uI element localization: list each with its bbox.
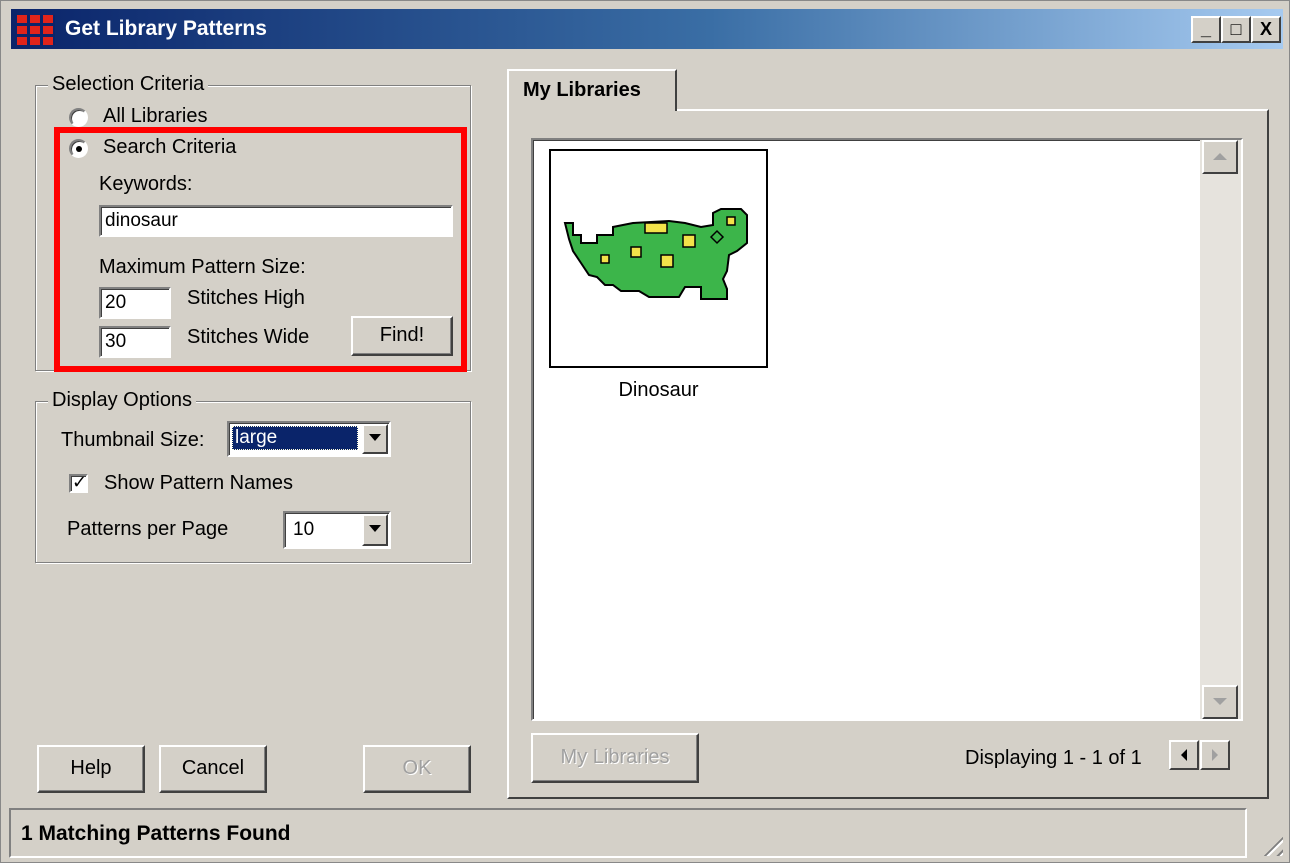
chevron-down-icon	[369, 434, 381, 441]
scroll-up-button[interactable]	[1202, 140, 1238, 174]
minimize-button[interactable]: _	[1191, 16, 1221, 43]
thumbnail-size-label: Thumbnail Size:	[61, 429, 205, 451]
thumbnail-size-value: large	[232, 426, 358, 450]
chevron-left-icon	[1181, 749, 1187, 761]
vertical-scrollbar[interactable]	[1200, 140, 1241, 719]
pattern-thumbnail[interactable]	[549, 149, 768, 368]
minimize-icon: _	[1200, 19, 1211, 39]
patterns-per-page-label: Patterns per Page	[67, 518, 229, 540]
dinosaur-pattern-icon	[563, 208, 748, 300]
thumbnail-size-dropdown-button[interactable]	[362, 424, 388, 454]
previous-page-button[interactable]	[1169, 740, 1199, 770]
ok-button[interactable]: OK	[363, 745, 471, 793]
display-options-legend: Display Options	[48, 389, 197, 412]
close-button[interactable]: X	[1251, 16, 1281, 43]
status-bar: 1 Matching Patterns Found	[9, 808, 1247, 858]
tab-my-libraries[interactable]: My Libraries	[507, 69, 677, 111]
show-pattern-names-label: Show Pattern Names	[104, 472, 293, 494]
help-button[interactable]: Help	[37, 745, 145, 793]
window-title: Get Library Patterns	[65, 17, 267, 40]
chevron-right-icon	[1212, 749, 1218, 761]
close-icon: X	[1259, 19, 1272, 39]
highlight-frame	[54, 127, 467, 372]
patterns-per-page-value: 10	[293, 519, 315, 540]
dinosaur-spot	[682, 234, 696, 248]
maximize-button[interactable]: □	[1221, 16, 1251, 43]
scroll-down-button[interactable]	[1202, 685, 1238, 719]
cancel-button[interactable]: Cancel	[159, 745, 267, 793]
dinosaur-spot	[600, 254, 610, 264]
status-text: 1 Matching Patterns Found	[21, 822, 291, 845]
app-grid-icon	[17, 15, 55, 45]
dinosaur-spot	[644, 222, 668, 234]
thumbnail-size-select[interactable]: large	[227, 421, 391, 457]
checkmark-icon: ✓	[72, 472, 88, 492]
paging-text: Displaying 1 - 1 of 1	[965, 747, 1142, 769]
chevron-down-icon	[369, 525, 381, 532]
resize-grip-icon[interactable]	[1257, 830, 1283, 856]
all-libraries-label: All Libraries	[103, 105, 208, 127]
all-libraries-radio[interactable]	[69, 108, 88, 127]
chevron-up-icon	[1213, 153, 1227, 160]
pattern-name: Dinosaur	[618, 379, 699, 401]
dialog-window: Get Library Patterns _ □ X Selection Cri…	[0, 0, 1290, 863]
dinosaur-spot	[630, 246, 642, 258]
maximize-icon: □	[1230, 19, 1242, 39]
my-libraries-button[interactable]: My Libraries	[531, 733, 699, 783]
dinosaur-spot	[660, 254, 674, 268]
patterns-per-page-select[interactable]: 10	[283, 511, 391, 549]
selection-criteria-legend: Selection Criteria	[48, 73, 209, 96]
chevron-down-icon	[1213, 698, 1227, 705]
show-pattern-names-checkbox[interactable]: ✓	[69, 472, 88, 493]
patterns-per-page-dropdown-button[interactable]	[362, 514, 388, 546]
next-page-button[interactable]	[1200, 740, 1230, 770]
dinosaur-eye	[726, 216, 736, 226]
title-bar[interactable]: Get Library Patterns _ □ X	[11, 9, 1283, 49]
